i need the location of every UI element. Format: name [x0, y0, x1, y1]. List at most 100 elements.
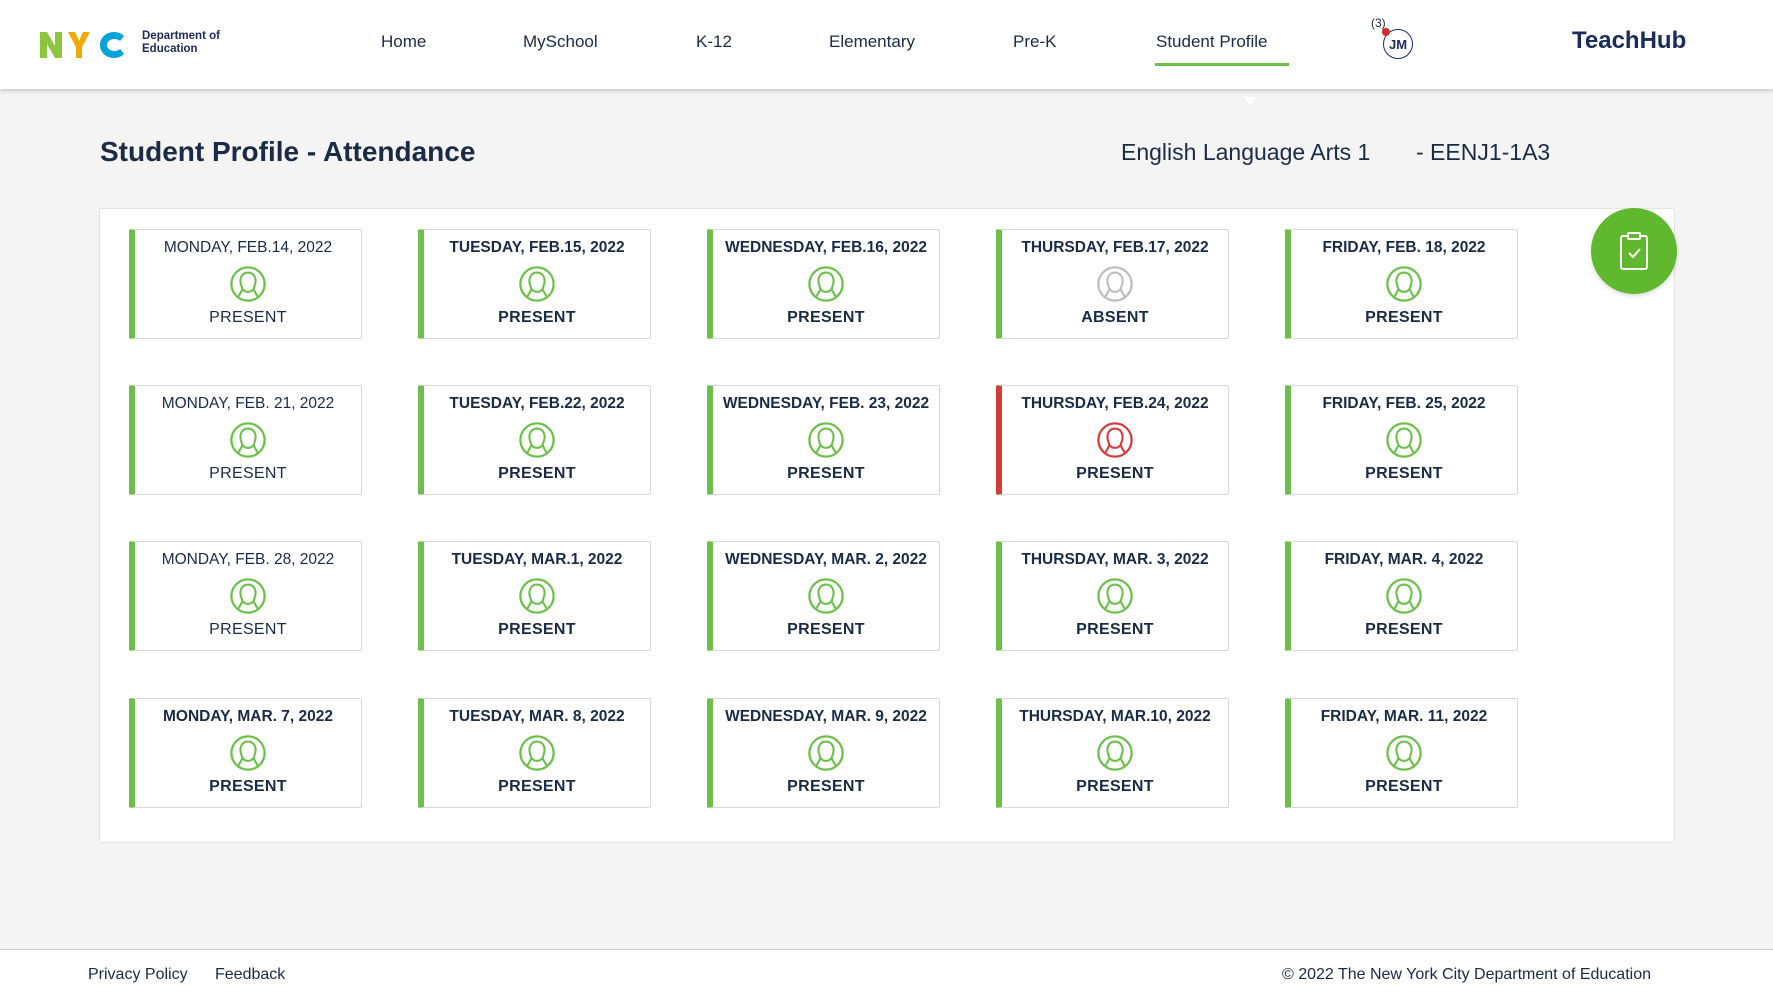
attendance-card[interactable]: FRIDAY, FEB. 18, 2022 PRESENT: [1285, 229, 1518, 339]
attendance-date: TUESDAY, FEB.22, 2022: [449, 395, 625, 412]
nav-student-profile[interactable]: Student Profile: [1156, 32, 1268, 52]
student-icon: [519, 735, 555, 771]
logo-line-1: Department of: [142, 30, 220, 42]
attendance-card[interactable]: TUESDAY, FEB.22, 2022 PRESENT: [418, 385, 651, 495]
attendance-status: PRESENT: [498, 778, 576, 795]
active-nav-indicator: [1155, 63, 1289, 66]
nav-pre-k[interactable]: Pre-K: [1013, 32, 1056, 52]
attendance-card[interactable]: MONDAY, MAR. 7, 2022 PRESENT: [129, 698, 362, 808]
student-icon: [230, 735, 266, 771]
attendance-card[interactable]: FRIDAY, FEB. 25, 2022 PRESENT: [1285, 385, 1518, 495]
student-icon: [519, 578, 555, 614]
feedback-link[interactable]: Feedback: [215, 966, 285, 984]
attendance-date: MONDAY, FEB.14, 2022: [163, 239, 333, 256]
student-icon: [808, 578, 844, 614]
attendance-card[interactable]: WEDNESDAY, MAR. 9, 2022 PRESENT: [707, 698, 940, 808]
attendance-status: PRESENT: [498, 465, 576, 482]
attendance-date: WEDNESDAY, FEB. 23, 2022: [722, 395, 930, 412]
student-icon: [230, 578, 266, 614]
brand-name[interactable]: TeachHub: [1572, 27, 1686, 55]
student-icon: [1386, 266, 1422, 302]
attendance-status: PRESENT: [1365, 465, 1443, 482]
attendance-date: THURSDAY, MAR. 3, 2022: [1021, 551, 1209, 568]
attendance-date: MONDAY, MAR. 7, 2022: [163, 708, 333, 725]
attendance-card[interactable]: MONDAY, FEB. 28, 2022 PRESENT: [129, 541, 362, 651]
attendance-card[interactable]: TUESDAY, MAR. 8, 2022 PRESENT: [418, 698, 651, 808]
attendance-card[interactable]: FRIDAY, MAR. 4, 2022 PRESENT: [1285, 541, 1518, 651]
attendance-date: WEDNESDAY, FEB.16, 2022: [725, 239, 927, 256]
student-icon: [230, 422, 266, 458]
attendance-card[interactable]: THURSDAY, MAR. 3, 2022 PRESENT: [996, 541, 1229, 651]
attendance-status: PRESENT: [1076, 778, 1154, 795]
student-icon: [1097, 735, 1133, 771]
attendance-card[interactable]: TUESDAY, MAR.1, 2022 PRESENT: [418, 541, 651, 651]
student-icon: [808, 266, 844, 302]
attendance-status: ABSENT: [1081, 309, 1149, 326]
attendance-date: THURSDAY, FEB.17, 2022: [1021, 239, 1209, 256]
attendance-date: MONDAY, FEB. 21, 2022: [161, 395, 335, 412]
attendance-date: WEDNESDAY, MAR. 9, 2022: [725, 708, 927, 725]
attendance-date: MONDAY, FEB. 28, 2022: [161, 551, 335, 568]
attendance-date: TUESDAY, FEB.15, 2022: [449, 239, 625, 256]
top-header: Department of Education Home MySchool K-…: [0, 0, 1773, 89]
student-icon: [1097, 422, 1133, 458]
attendance-date: FRIDAY, MAR. 4, 2022: [1324, 551, 1484, 568]
course-name: English Language Arts 1: [1121, 139, 1371, 165]
attendance-status: PRESENT: [787, 309, 865, 326]
attendance-status: PRESENT: [1365, 778, 1443, 795]
student-icon: [1386, 422, 1422, 458]
attendance-status: PRESENT: [787, 778, 865, 795]
attendance-status: PRESENT: [498, 621, 576, 638]
student-icon: [808, 422, 844, 458]
attendance-status: PRESENT: [209, 778, 287, 795]
attendance-status: PRESENT: [209, 621, 287, 638]
student-icon: [519, 266, 555, 302]
student-icon: [808, 735, 844, 771]
attendance-card[interactable]: FRIDAY, MAR. 11, 2022 PRESENT: [1285, 698, 1518, 808]
student-icon: [519, 422, 555, 458]
logo-wordmark: Department of Education: [142, 30, 220, 56]
nav-myschool[interactable]: MySchool: [523, 32, 598, 52]
attendance-clipboard-button[interactable]: [1591, 208, 1677, 294]
attendance-status: PRESENT: [1365, 621, 1443, 638]
logo-line-2: Education: [142, 43, 198, 55]
attendance-card[interactable]: MONDAY, FEB.14, 2022 PRESENT: [129, 229, 362, 339]
attendance-status: PRESENT: [498, 309, 576, 326]
notification-dot-icon: [1382, 28, 1390, 36]
nyc-logo-icon: [40, 32, 124, 58]
attendance-card[interactable]: WEDNESDAY, FEB. 23, 2022 PRESENT: [707, 385, 940, 495]
copyright-text: © 2022 The New York City Department of E…: [1281, 966, 1651, 983]
attendance-date: TUESDAY, MAR. 8, 2022: [449, 708, 625, 725]
attendance-date: FRIDAY, FEB. 18, 2022: [1322, 239, 1486, 256]
attendance-card[interactable]: THURSDAY, FEB.17, 2022 ABSENT: [996, 229, 1229, 339]
nav-elementary[interactable]: Elementary: [829, 32, 915, 52]
attendance-status: PRESENT: [209, 465, 287, 482]
nyc-doe-logo[interactable]: Department of Education: [38, 24, 220, 62]
attendance-card[interactable]: WEDNESDAY, FEB.16, 2022 PRESENT: [707, 229, 940, 339]
student-icon: [230, 266, 266, 302]
attendance-date: FRIDAY, FEB. 25, 2022: [1322, 395, 1486, 412]
attendance-date: THURSDAY, FEB.24, 2022: [1021, 395, 1209, 412]
attendance-date: TUESDAY, MAR.1, 2022: [451, 551, 623, 568]
attendance-date: THURSDAY, MAR.10, 2022: [1019, 708, 1211, 725]
attendance-card[interactable]: MONDAY, FEB. 21, 2022 PRESENT: [129, 385, 362, 495]
dropdown-caret-icon: [1243, 97, 1257, 105]
nav-k-12[interactable]: K-12: [696, 32, 732, 52]
attendance-status: PRESENT: [787, 621, 865, 638]
nav-home[interactable]: Home: [381, 32, 426, 52]
clipboard-check-icon: [1620, 232, 1648, 270]
student-icon: [1386, 578, 1422, 614]
attendance-card[interactable]: THURSDAY, FEB.24, 2022 PRESENT: [996, 385, 1229, 495]
attendance-status: PRESENT: [787, 465, 865, 482]
attendance-card[interactable]: TUESDAY, FEB.15, 2022 PRESENT: [418, 229, 651, 339]
attendance-status: PRESENT: [1365, 309, 1443, 326]
attendance-status: PRESENT: [1076, 465, 1154, 482]
student-icon: [1386, 735, 1422, 771]
privacy-policy-link[interactable]: Privacy Policy: [88, 966, 188, 984]
student-icon: [1097, 578, 1133, 614]
attendance-status: PRESENT: [209, 309, 287, 326]
page-footer: Privacy Policy Feedback © 2022 The New Y…: [0, 949, 1773, 996]
attendance-card[interactable]: WEDNESDAY, MAR. 2, 2022 PRESENT: [707, 541, 940, 651]
attendance-card[interactable]: THURSDAY, MAR.10, 2022 PRESENT: [996, 698, 1229, 808]
attendance-date: FRIDAY, MAR. 11, 2022: [1320, 708, 1488, 725]
